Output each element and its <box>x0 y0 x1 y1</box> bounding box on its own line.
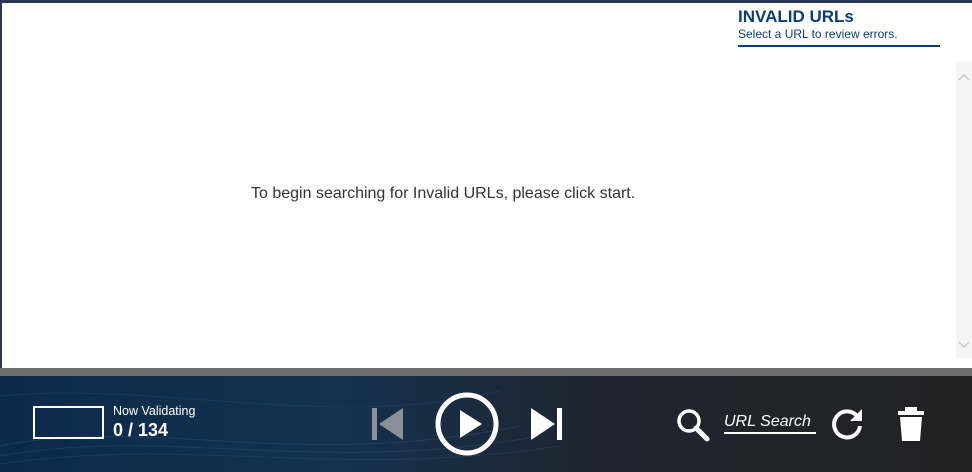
panel-subtitle: Select a URL to review errors. <box>738 27 898 41</box>
now-validating-label: Now Validating <box>113 404 196 418</box>
search-icon[interactable] <box>676 408 710 442</box>
scroll-down-icon[interactable] <box>956 338 972 352</box>
empty-state-message: To begin searching for Invalid URLs, ple… <box>251 185 636 202</box>
trash-icon[interactable] <box>896 406 926 442</box>
panel-title: INVALID URLs <box>738 7 854 26</box>
skip-previous-icon[interactable] <box>369 406 405 442</box>
footer-divider <box>0 368 972 376</box>
play-circle-icon[interactable] <box>435 392 499 456</box>
url-list-scrollbar[interactable] <box>956 62 972 358</box>
invalid-urls-panel-header: INVALID URLs Select a URL to review erro… <box>738 8 940 47</box>
refresh-icon[interactable] <box>829 406 865 442</box>
progress-indicator <box>33 406 104 439</box>
scroll-up-icon[interactable] <box>956 70 972 84</box>
validation-count: 0 / 134 <box>113 420 169 440</box>
url-search-input[interactable]: URL Search <box>724 413 816 434</box>
skip-next-icon[interactable] <box>529 406 565 442</box>
left-border <box>0 3 2 369</box>
validation-toolbar: Now Validating 0 / 134 URL Search <box>0 376 972 472</box>
top-border <box>0 0 972 3</box>
